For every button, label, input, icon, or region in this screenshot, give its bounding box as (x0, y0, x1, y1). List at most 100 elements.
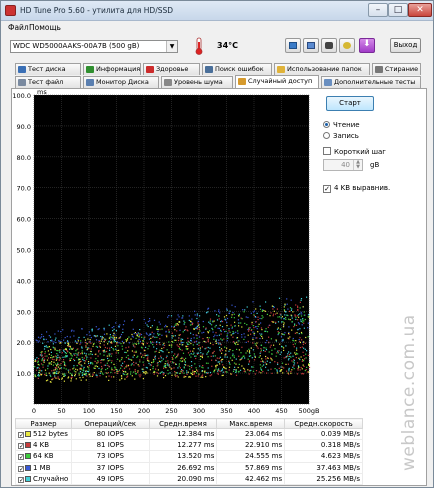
row-checkbox[interactable]: ✓ (18, 465, 24, 472)
scatter-point (225, 368, 227, 370)
scatter-point (63, 339, 65, 341)
short-step-checkbox[interactable]: Короткий шаг (323, 147, 386, 156)
step-input[interactable]: 40 ▲ ▼ (323, 159, 363, 171)
close-button[interactable]: ✕ (408, 3, 432, 17)
write-radio-dot[interactable] (323, 132, 330, 139)
tab-file-test[interactable]: Тест файл (15, 76, 81, 88)
scatter-point (252, 301, 254, 303)
scatter-point (303, 327, 305, 329)
scatter-point (73, 365, 75, 367)
scatter-point (122, 342, 125, 344)
scatter-point (286, 370, 288, 372)
row-checkbox[interactable]: ✓ (18, 454, 24, 461)
start-button[interactable]: Старт (326, 96, 374, 111)
scatter-point (173, 362, 175, 364)
scatter-point (74, 340, 76, 342)
scatter-point (218, 309, 220, 311)
maximize-button[interactable]: □ (388, 3, 408, 17)
align-checkbox[interactable]: ✓ 4 KB выравнив. (323, 184, 390, 193)
write-radio[interactable]: Запись (323, 132, 359, 140)
size-value: Случайно (33, 474, 69, 483)
scatter-point (69, 336, 71, 338)
scatter-point (129, 368, 131, 370)
spinner-icon[interactable]: ▲ ▼ (353, 160, 362, 170)
scatter-point (45, 338, 47, 340)
tab-random-access[interactable]: Случайный доступ (235, 75, 319, 88)
save-button[interactable] (303, 38, 319, 53)
tab-info[interactable]: Информация (83, 63, 141, 75)
scatter-point (134, 369, 136, 371)
scatter-point (85, 355, 87, 357)
scatter-point (271, 359, 273, 361)
tab-folder-usage[interactable]: Использование папок (274, 63, 370, 75)
drive-select[interactable]: WDC WD5000AAKS-00A7B (500 gB) ▼ (10, 40, 178, 53)
scatter-point (50, 357, 52, 359)
scatter-point (63, 350, 65, 352)
minimize-button[interactable]: – (368, 3, 388, 17)
col-iops[interactable]: Операций/сек (70, 418, 150, 429)
avg-time-cell: 26.692 ms (148, 461, 218, 474)
scatter-point (300, 299, 302, 301)
col-size[interactable]: Размер (15, 418, 72, 429)
scatter-point (133, 364, 135, 366)
row-checkbox[interactable]: ✓ (18, 476, 24, 483)
scatter-point (183, 376, 185, 378)
row-checkbox[interactable]: ✓ (18, 432, 24, 439)
scatter-point (260, 322, 262, 324)
scatter-point (292, 366, 294, 368)
tab-noise-level[interactable]: Уровень шума (161, 76, 233, 88)
exit-button[interactable]: Выход (390, 38, 421, 53)
align-check[interactable]: ✓ (323, 185, 331, 193)
scatter-point (219, 350, 222, 352)
tab-erase[interactable]: Стирание (372, 63, 421, 75)
tab-benchmark[interactable]: Тест диска (15, 63, 81, 75)
chevron-down-icon[interactable]: ▼ (166, 41, 177, 52)
scatter-point (54, 376, 56, 378)
scatter-point (166, 326, 168, 328)
menu-help[interactable]: Помощь (29, 23, 61, 32)
scatter-point (176, 375, 178, 377)
scatter-point (301, 321, 303, 323)
short-step-check[interactable] (323, 147, 331, 155)
scatter-point (90, 337, 92, 339)
scatter-point (183, 359, 185, 361)
scatter-point (117, 372, 119, 374)
tab-error-scan[interactable]: Поиск ошибок (202, 63, 272, 75)
read-radio-dot[interactable] (323, 121, 330, 128)
scatter-point (252, 325, 254, 327)
read-radio[interactable]: Чтение (323, 121, 360, 129)
scatter-point (292, 355, 294, 357)
scatter-point (174, 374, 176, 376)
scatter-point (267, 369, 269, 371)
scatter-point (298, 339, 300, 341)
copy-button[interactable] (285, 38, 301, 53)
col-avg-time[interactable]: Средн.время (148, 418, 218, 429)
screenshot-button[interactable] (321, 38, 337, 53)
scatter-point (44, 345, 46, 347)
col-avg-speed[interactable]: Средн.скорость (284, 418, 363, 429)
scatter-point (83, 357, 85, 359)
scatter-point (188, 319, 190, 321)
menu-file[interactable]: Файл (8, 23, 29, 32)
scatter-point (130, 373, 132, 375)
scatter-point (105, 364, 107, 366)
options-button[interactable] (339, 38, 355, 53)
tab-extra-tests[interactable]: Дополнительные тесты (321, 76, 421, 88)
scatter-point (73, 370, 75, 372)
scatter-point (217, 372, 219, 374)
row-checkbox[interactable]: ✓ (18, 443, 24, 450)
scatter-point (262, 360, 264, 362)
scatter-point (122, 328, 124, 330)
scatter-point (168, 341, 170, 343)
scatter-point (300, 366, 302, 369)
scatter-point (291, 317, 293, 319)
download-button[interactable]: ⬇ (359, 38, 375, 53)
tab-disk-monitor[interactable]: Монитор Диска (83, 76, 159, 88)
col-max-time[interactable]: Макс.время (216, 418, 286, 429)
scatter-point (85, 346, 87, 348)
scatter-point (55, 377, 57, 379)
scatter-point (291, 320, 293, 323)
scatter-point (229, 331, 231, 333)
scatter-point (233, 355, 235, 357)
tab-health[interactable]: Здоровье (143, 63, 200, 75)
